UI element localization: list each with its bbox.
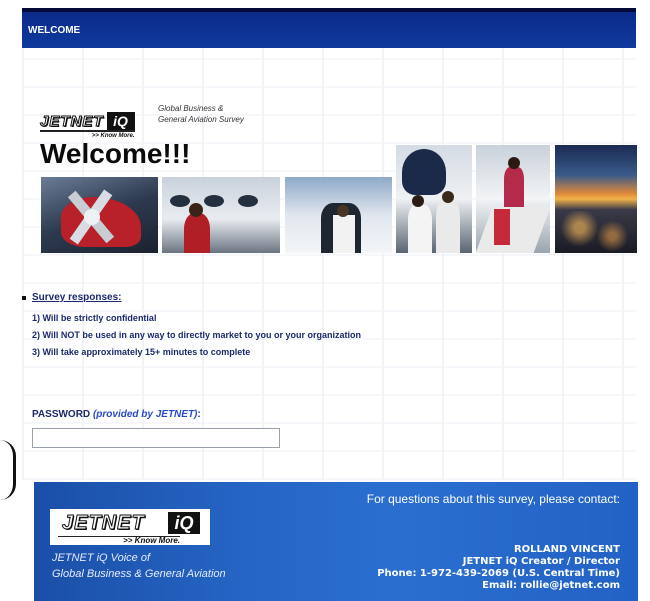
password-label: PASSWORD (provided by JETNET): <box>32 409 201 420</box>
page-title: WELCOME <box>28 25 81 36</box>
password-hint: (provided by JETNET) <box>92 409 198 420</box>
footer-logo-iq: iQ <box>168 512 200 534</box>
survey-responses-heading[interactable]: Survey responses: <box>32 292 122 303</box>
survey-response-item: 1) Will be strictly confidential <box>32 313 157 323</box>
survey-response-item: 3) Will take approximately 15+ minutes t… <box>32 347 251 357</box>
contact-name: ROLLAND VINCENT <box>513 544 620 555</box>
password-input[interactable] <box>32 428 280 448</box>
contact-title: JETNET iQ Creator / Director <box>462 556 620 567</box>
contact-footer: JETNET iQ >> Know More. JETNET iQ Voice … <box>34 482 638 601</box>
page-edge-decoration <box>0 440 16 500</box>
logo-lockup: JETNET iQ <box>40 112 135 132</box>
boarding-jet-door-photo <box>285 177 392 253</box>
footer-contact-block: ROLLAND VINCENT JETNET iQ Creator / Dire… <box>377 544 620 592</box>
survey-subtitle-line1: Global Business & <box>158 104 224 113</box>
jetnet-iq-logo: JETNET iQ >> Know More. <box>40 112 135 139</box>
logo-word: JETNET <box>40 112 104 130</box>
footer-voice-line2: Global Business & General Aviation <box>52 568 226 580</box>
logo-iq: iQ <box>106 112 135 130</box>
crew-at-jet-nose-photo <box>396 145 472 253</box>
contact-email[interactable]: Email: rollie@jetnet.com <box>377 580 620 592</box>
bullet-icon <box>22 296 26 300</box>
contact-phone: Phone: 1-972-439-2069 (U.S. Central Time… <box>377 568 620 579</box>
jet-windows-passenger-photo <box>162 177 280 253</box>
survey-heading-colon: : <box>118 292 122 303</box>
footer-jetnet-iq-logo: JETNET iQ >> Know More. <box>50 509 210 545</box>
footer-logo-word: JETNET <box>62 512 145 535</box>
password-label-colon: : <box>197 409 201 420</box>
password-label-text: PASSWORD <box>32 409 91 420</box>
welcome-heading: Welcome!!! <box>40 138 191 169</box>
survey-response-item: 2) Will NOT be used in any way to direct… <box>32 330 361 340</box>
survey-responses-link[interactable]: Survey responses <box>32 292 118 303</box>
footer-contact-question: For questions about this survey, please … <box>366 492 620 506</box>
survey-subtitle-line2: General Aviation Survey <box>158 115 244 124</box>
propeller-aircraft-photo <box>41 177 158 253</box>
page-header-bar: WELCOME <box>22 8 636 48</box>
footer-voice-line1: JETNET iQ Voice of <box>52 552 151 564</box>
survey-subtitle: Global Business & General Aviation Surve… <box>158 103 244 125</box>
footer-logo-tagline: >> Know More. <box>123 536 180 545</box>
city-sunset-aerial-photo <box>555 145 637 253</box>
passengers-on-stairs-photo <box>476 145 550 253</box>
